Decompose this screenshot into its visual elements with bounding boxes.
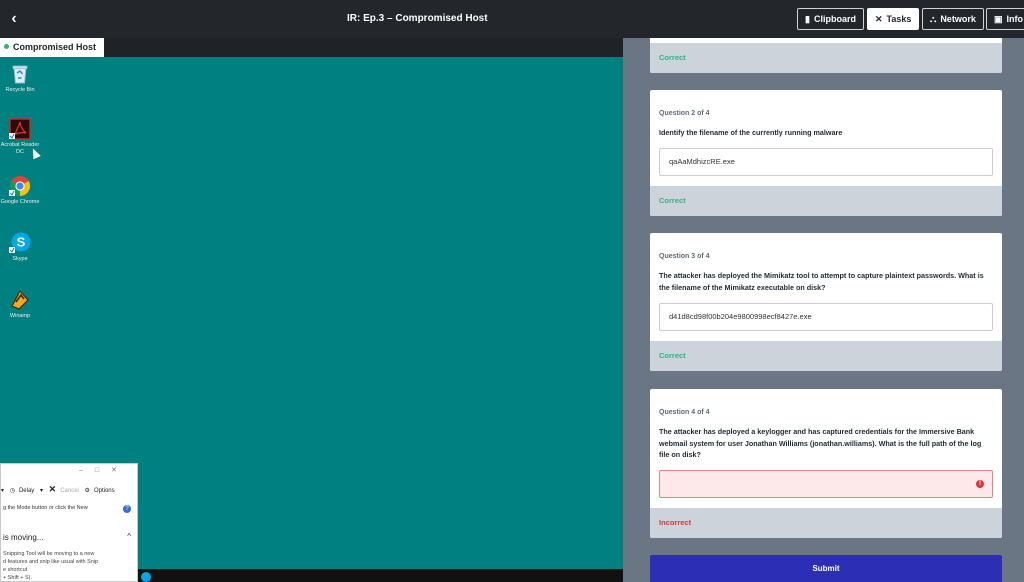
- question-text: The attacker has deployed a keylogger an…: [659, 427, 982, 459]
- question-number: Question 2 of 4: [659, 110, 710, 117]
- result-incorrect: Incorrect: [650, 508, 1002, 538]
- desktop-icon-label: Recycle Bin: [5, 87, 35, 93]
- snipping-body: Snipping Tool will be moving to a new d …: [3, 550, 135, 582]
- question-number: Question 3 of 4: [659, 253, 710, 260]
- error-icon: !: [976, 480, 984, 488]
- clipboard-button-label: Clipboard: [813, 14, 856, 24]
- cancel-button[interactable]: Cancel: [60, 488, 79, 494]
- chevron-down-icon[interactable]: ▾: [40, 488, 43, 494]
- snipping-hint: g the Mode button or click the New: [3, 505, 88, 511]
- desktop-icon-winamp[interactable]: Winamp: [0, 289, 40, 320]
- question-text: The attacker has deployed the Mimikatz t…: [659, 271, 984, 292]
- delay-button[interactable]: Delay: [19, 488, 34, 494]
- submit-button[interactable]: Submit: [650, 555, 1002, 582]
- desktop-icon-chrome[interactable]: Google Chrome: [0, 175, 40, 206]
- desktop-icon-recycle-bin[interactable]: Recycle Bin: [0, 63, 40, 94]
- snipping-body-line: d features and snip like usual with Snip: [3, 559, 99, 565]
- snipping-toolbar: ▾ ◷ Delay ▾ ✕ Cancel ⚙ Options: [1, 484, 137, 495]
- clock-icon: ◷: [9, 488, 15, 494]
- answer-input[interactable]: d41d8cd98f00b204e9800998ecf8427e.exe: [659, 303, 993, 331]
- taskbar: [138, 569, 623, 582]
- question-text: Identify the filename of the currently r…: [659, 128, 843, 137]
- snipping-body-line: + Shift + S).: [3, 575, 33, 581]
- page-title: IR: Ep.3 – Compromised Host: [347, 13, 488, 24]
- tasks-panel: Correct Question 2 of 4 Identify the fil…: [623, 38, 1024, 582]
- skype-icon: S: [9, 232, 31, 254]
- tab-compromised-host[interactable]: Compromised Host: [0, 38, 105, 57]
- top-bar: ‹ IR: Ep.3 – Compromised Host ▮ Clipboard…: [0, 0, 1024, 38]
- clipboard-icon: ▮: [805, 14, 810, 24]
- result-correct: Correct: [650, 186, 1002, 216]
- question-card-3: Question 3 of 4 The attacker has deploye…: [650, 233, 1002, 371]
- recycle-bin-icon: [9, 63, 31, 85]
- result-correct: Correct: [650, 341, 1002, 371]
- chevron-left-icon: ‹: [11, 10, 17, 27]
- status-dot-icon: [4, 44, 9, 50]
- info-button[interactable]: ▣ Info: [986, 8, 1024, 30]
- clipboard-button[interactable]: ▮ Clipboard: [797, 8, 864, 30]
- tab-label: Compromised Host: [13, 42, 97, 52]
- remote-desktop[interactable]: Compromised Host Recycle Bin Acrobat Rea…: [0, 38, 623, 582]
- snipping-body-line: Snipping Tool will be moving to a new: [3, 551, 95, 557]
- acrobat-reader-icon: [9, 118, 31, 140]
- snipping-moving-title: is moving...: [3, 533, 44, 542]
- window-controls[interactable]: –□✕: [79, 466, 129, 474]
- desktop-tab-bar: Compromised Host: [0, 38, 623, 57]
- result-correct: Correct: [650, 43, 1002, 73]
- desktop-icon-label: Winamp: [9, 313, 31, 319]
- tasks-button[interactable]: ✕ Tasks: [867, 8, 920, 30]
- cancel-x-icon: ✕: [48, 484, 57, 494]
- winamp-icon: [9, 289, 31, 311]
- network-icon: ⛬: [930, 14, 937, 24]
- question-card-2: Question 2 of 4 Identify the filename of…: [650, 90, 1002, 216]
- network-button-label: Network: [940, 14, 976, 24]
- question-card-4: Question 4 of 4 The attacker has deploye…: [650, 389, 1002, 538]
- help-icon[interactable]: ?: [123, 505, 131, 513]
- question-number: Question 4 of 4: [659, 409, 710, 416]
- desktop-icon-skype[interactable]: S Skype: [0, 232, 40, 263]
- snipping-tool-window[interactable]: –□✕ ▾ ◷ Delay ▾ ✕ Cancel ⚙ Options g the Mo…: [0, 463, 138, 582]
- desktop-icon-label: Skype: [12, 256, 28, 262]
- svg-text:S: S: [17, 235, 26, 250]
- close-icon: ✕: [875, 14, 883, 24]
- chevron-down-icon[interactable]: ▾: [1, 488, 4, 494]
- desktop-icon-label: Google Chrome: [0, 199, 40, 205]
- options-button[interactable]: Options: [94, 488, 115, 494]
- info-icon: ▣: [994, 14, 1003, 24]
- tasks-button-label: Tasks: [886, 14, 912, 24]
- answer-input[interactable]: qaAaMdhizcRE.exe: [659, 148, 993, 176]
- answer-input[interactable]: !: [659, 470, 993, 498]
- back-button[interactable]: ‹: [4, 9, 24, 29]
- skype-taskbar-icon[interactable]: [141, 572, 151, 582]
- network-button[interactable]: ⛬ Network: [922, 8, 984, 30]
- info-button-label: Info: [1006, 14, 1024, 24]
- chevron-up-icon[interactable]: ^: [127, 532, 131, 541]
- gear-icon: ⚙: [84, 488, 90, 494]
- question-card-1: Correct: [650, 38, 1002, 73]
- snipping-body-line: e shortcut: [3, 567, 28, 573]
- chrome-icon: [9, 175, 31, 197]
